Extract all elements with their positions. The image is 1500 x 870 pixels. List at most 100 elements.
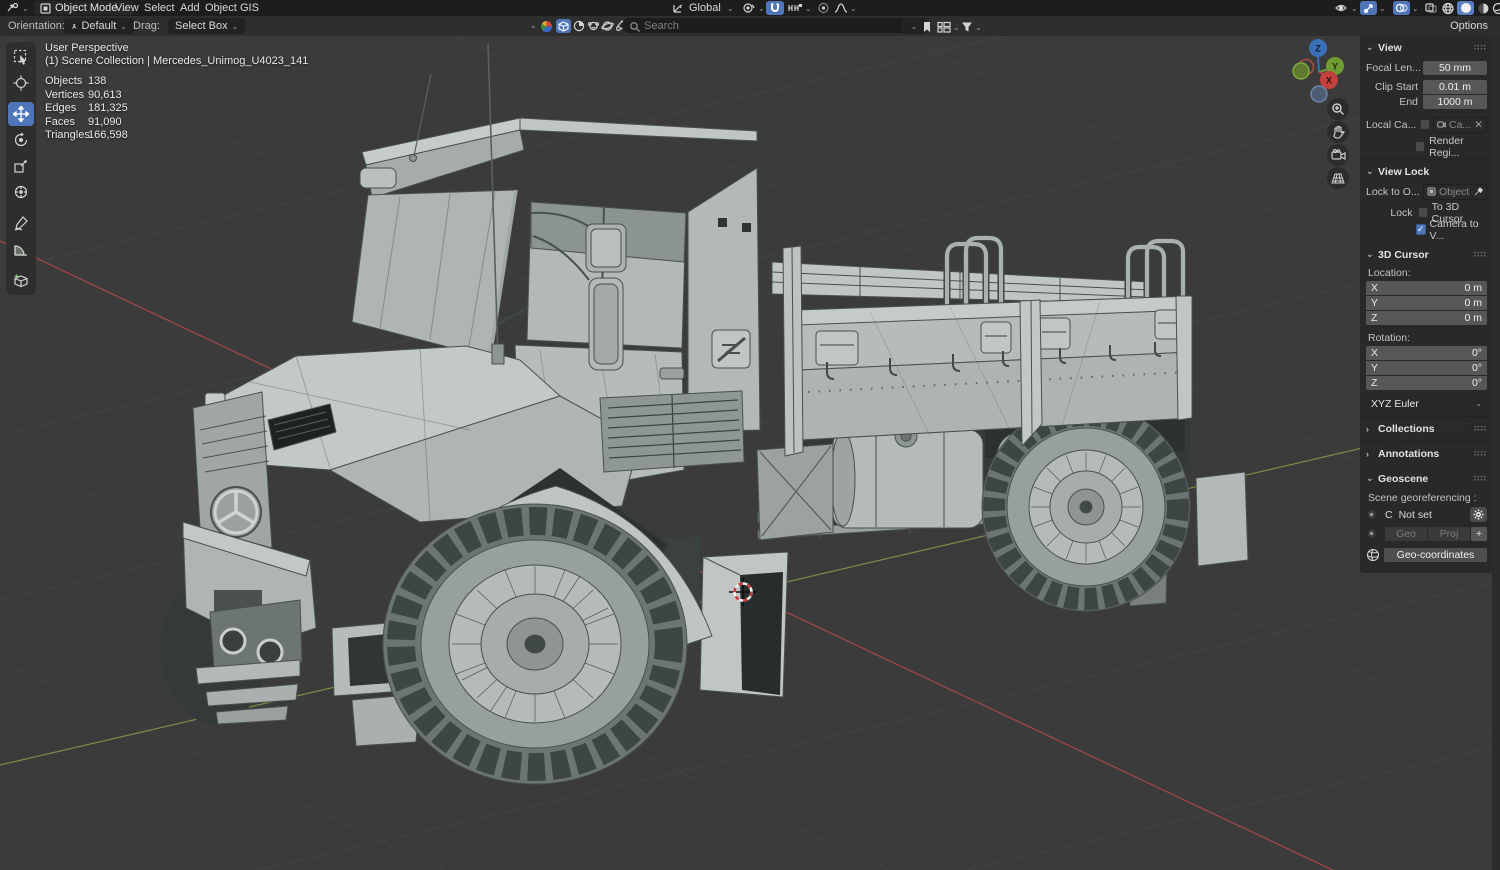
asset-type-model-icon[interactable]	[556, 19, 571, 33]
snap-toggle-icon[interactable]	[766, 1, 784, 15]
crs-settings-button[interactable]	[1470, 507, 1487, 522]
focal-length-field[interactable]: 50 mm	[1423, 60, 1487, 75]
shading-wireframe-icon[interactable]	[1441, 1, 1455, 15]
tool-measure[interactable]	[8, 237, 34, 261]
camera-view-button[interactable]	[1327, 144, 1349, 166]
falloff-curve-icon[interactable]: ⌄	[834, 1, 857, 15]
panel-grip-icon[interactable]: ∷∷	[1474, 43, 1487, 52]
radio-icon[interactable]	[1366, 528, 1377, 539]
cursor-rotation-y[interactable]: Y 0°	[1366, 361, 1487, 375]
proj-button[interactable]: Proj	[1428, 526, 1470, 541]
panel-grip-icon[interactable]: ∷∷	[1474, 424, 1487, 433]
asset-type-material-icon[interactable]	[573, 19, 585, 33]
asset-type-scene-icon[interactable]	[587, 19, 600, 33]
tool-transform[interactable]	[8, 180, 34, 204]
lock-to-object-field[interactable]: Object	[1423, 183, 1487, 200]
viewport-stats-overlay: User Perspective (1) Scene Collection | …	[45, 42, 308, 141]
options-button[interactable]: Options	[1450, 16, 1488, 36]
filter-icon[interactable]: ⌄	[961, 20, 982, 34]
geo-button[interactable]: Geo	[1385, 526, 1427, 541]
pan-hand-button[interactable]	[1327, 121, 1349, 143]
gizmo-axis-neg-z[interactable]	[1310, 85, 1328, 103]
asset-bar-collapse[interactable]: ⌄	[530, 21, 537, 30]
shading-rendered-icon[interactable]	[1492, 1, 1500, 15]
asset-logo-icon	[540, 19, 553, 33]
gizmo-axis-neg-x[interactable]	[1292, 62, 1310, 80]
render-region-checkbox[interactable]	[1415, 141, 1426, 152]
navigation-gizmo[interactable]: Z Y X	[1282, 36, 1352, 106]
orientation-label: Orientation:	[8, 20, 65, 32]
editor-type-selector[interactable]: ⌄	[6, 1, 29, 15]
menu-gis[interactable]: GIS	[240, 0, 259, 16]
clear-icon[interactable]: ✕	[1474, 119, 1483, 131]
add-crs-button[interactable]: +	[1471, 526, 1487, 541]
cursor-location-y[interactable]: Y0 m	[1366, 296, 1487, 310]
menu-object[interactable]: Object	[205, 0, 237, 16]
xray-toggle[interactable]	[1424, 1, 1438, 15]
radio-icon[interactable]	[1366, 509, 1377, 520]
local-camera-checkbox[interactable]	[1419, 119, 1430, 130]
panel-collections-header[interactable]: › Collections ∷∷	[1366, 421, 1487, 436]
panel-annotations-header[interactable]: › Annotations ∷∷	[1366, 446, 1487, 461]
camera-icon	[1437, 121, 1446, 128]
cursor-location-z[interactable]: Z0 m	[1366, 311, 1487, 325]
orthographic-toggle-button[interactable]	[1327, 167, 1349, 189]
object-visibility-icon[interactable]: ⌄	[1334, 1, 1358, 15]
panel-collections: › Collections ∷∷	[1360, 416, 1492, 441]
asset-type-hdr-icon[interactable]	[601, 19, 614, 33]
tool-select-box[interactable]	[8, 45, 34, 69]
model-mercedes-unimog[interactable]	[161, 43, 1249, 785]
tool-move[interactable]	[8, 102, 34, 126]
transform-orientation-icon[interactable]	[672, 1, 685, 15]
snap-target-icon[interactable]: ⌄	[787, 1, 812, 15]
panel-view-header[interactable]: ⌄ View ∷∷	[1366, 40, 1487, 55]
scene-canvas[interactable]	[0, 36, 1500, 870]
tool-scale[interactable]	[8, 154, 34, 178]
stat-faces: Faces 91,090	[45, 115, 122, 128]
panel-grip-icon[interactable]: ∷∷	[1474, 250, 1487, 259]
gear-icon	[1473, 509, 1484, 520]
show-gizmo-toggle[interactable]	[1360, 1, 1377, 15]
to-3d-cursor-checkbox[interactable]	[1417, 207, 1428, 218]
sidebar-n-panel: ⌄ View ∷∷ Focal Len... 50 mm Clip Start 0.…	[1360, 36, 1492, 573]
panel-3d-cursor-header[interactable]: ⌄ 3D Cursor ∷∷	[1366, 247, 1487, 262]
cursor-location-x[interactable]: X0 m	[1366, 281, 1487, 295]
clip-start-field[interactable]: 0.01 m	[1423, 79, 1487, 94]
geo-coordinates-button[interactable]: Geo-coordinates	[1384, 547, 1487, 562]
menu-select[interactable]: Select	[144, 0, 175, 16]
panel-geoscene-header[interactable]: ⌄ Geoscene ∷∷	[1366, 471, 1487, 486]
tool-cursor[interactable]	[8, 71, 34, 95]
tool-annotate[interactable]	[8, 211, 34, 235]
local-camera-field[interactable]: Ca... ✕	[1433, 116, 1487, 133]
region-edge[interactable]	[1492, 36, 1500, 870]
menu-add[interactable]: Add	[180, 0, 200, 16]
orientation-dropdown[interactable]: Default ⌄	[64, 18, 134, 34]
panel-grip-icon[interactable]: ∷∷	[1474, 474, 1487, 483]
3d-viewport[interactable]: User Perspective (1) Scene Collection | …	[0, 36, 1500, 870]
orientation-global[interactable]: Global	[689, 0, 721, 16]
menu-view[interactable]: View	[115, 0, 139, 16]
clip-start-label: Clip Start	[1374, 80, 1418, 93]
camera-to-view-checkbox[interactable]: ✓	[1415, 224, 1426, 235]
tool-add-cube[interactable]	[8, 268, 34, 292]
eyedropper-icon[interactable]	[1474, 187, 1483, 196]
shading-solid-icon[interactable]	[1457, 1, 1474, 15]
shading-material-icon[interactable]	[1477, 1, 1490, 15]
cursor-rotation-x[interactable]: X 0°	[1366, 346, 1487, 360]
view-perspective-label: User Perspective	[45, 42, 129, 54]
pivot-point-icon[interactable]: ⌄	[742, 1, 765, 15]
clip-end-field[interactable]: 1000 m	[1423, 95, 1487, 109]
rotation-mode-dropdown[interactable]: XYZ Euler ⌄	[1366, 396, 1487, 411]
cursor-rotation-z[interactable]: Z 0°	[1366, 376, 1487, 390]
search-input[interactable]	[622, 18, 924, 33]
zoom-button[interactable]	[1327, 98, 1349, 120]
camera-to-view-label: Camera to V...	[1429, 217, 1479, 242]
tool-rotate[interactable]	[8, 128, 34, 152]
panel-grip-icon[interactable]: ∷∷	[1474, 449, 1487, 458]
panel-view-lock-header[interactable]: ⌄ View Lock	[1366, 164, 1487, 179]
bookmark-icon[interactable]	[922, 20, 932, 34]
show-overlays-toggle[interactable]	[1393, 1, 1410, 15]
drag-dropdown[interactable]: Select Box ⌄	[168, 18, 246, 34]
collection-view-icon[interactable]: ⌄	[937, 20, 960, 34]
proportional-editing-icon[interactable]	[817, 1, 830, 15]
